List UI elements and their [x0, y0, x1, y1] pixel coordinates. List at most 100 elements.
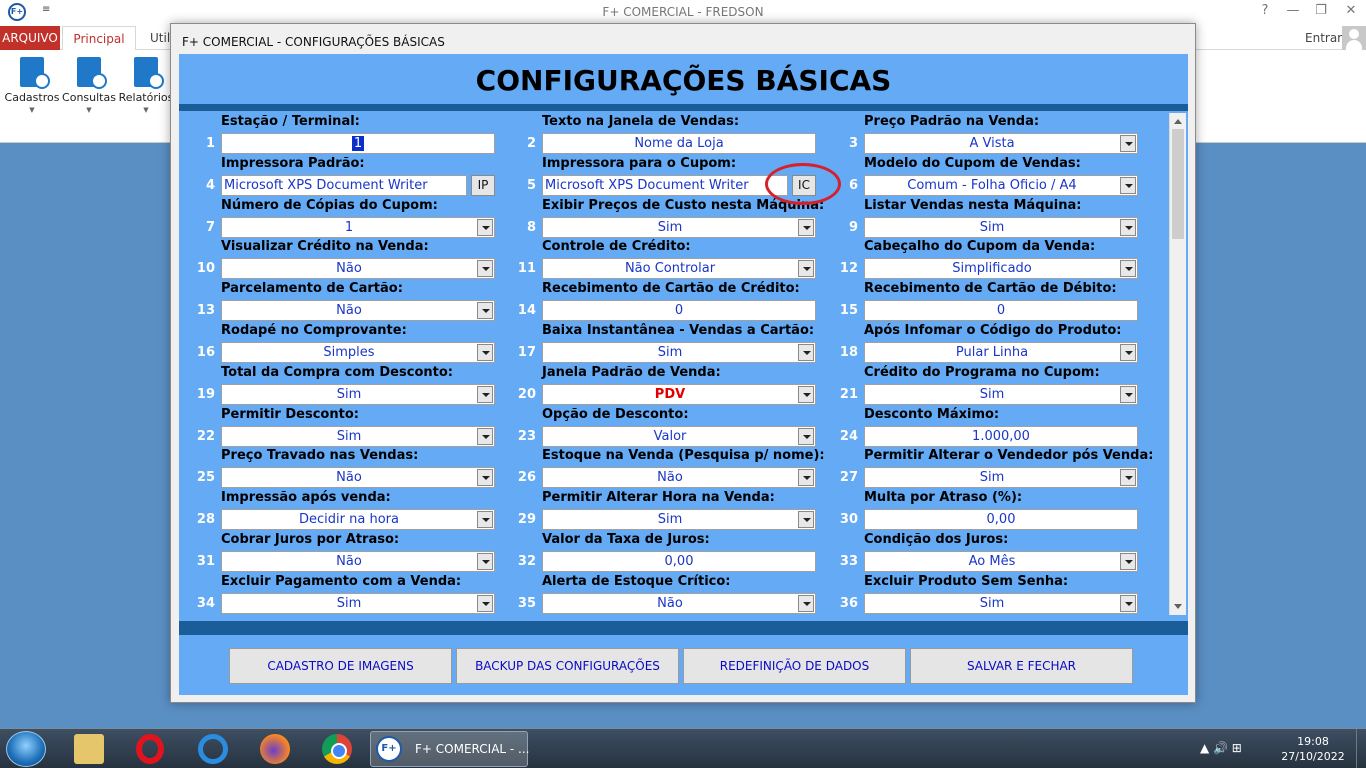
- cadastro-imagens-button[interactable]: CADASTRO DE IMAGENS: [229, 648, 452, 684]
- estacao-terminal-input[interactable]: 1: [221, 133, 495, 154]
- dropdown-arrow-icon[interactable]: [477, 511, 493, 528]
- show-desktop-button[interactable]: [1356, 729, 1366, 768]
- scroll-down-icon[interactable]: [1174, 604, 1182, 609]
- dropdown-arrow-icon[interactable]: [477, 344, 493, 361]
- ip-printer-button[interactable]: IP: [471, 175, 495, 196]
- file-explorer-icon[interactable]: [74, 734, 104, 764]
- condicao-juros-select[interactable]: Ao Mês: [864, 551, 1138, 572]
- alerta-estoque-critico-select[interactable]: Não: [542, 593, 816, 614]
- estoque-na-venda-select[interactable]: Não: [542, 467, 816, 488]
- redefinicao-dados-button[interactable]: REDEFINIÇÃO DE DADOS: [683, 648, 906, 684]
- listar-vendas-select[interactable]: Sim: [864, 217, 1138, 238]
- dropdown-arrow-icon[interactable]: [1120, 260, 1136, 277]
- dropdown-arrow-icon[interactable]: [798, 344, 814, 361]
- cabecalho-cupom-select[interactable]: Simplificado: [864, 258, 1138, 279]
- scroll-up-icon[interactable]: [1174, 119, 1182, 124]
- modelo-cupom-vendas-select[interactable]: Comum - Folha Oficio / A4: [864, 175, 1138, 196]
- credito-programa-cupom-select[interactable]: Sim: [864, 384, 1138, 405]
- chrome-icon[interactable]: [322, 734, 352, 764]
- permitir-alterar-vendedor-select[interactable]: Sim: [864, 467, 1138, 488]
- backup-configuracoes-button[interactable]: BACKUP DAS CONFIGURAÇÕES: [456, 648, 679, 684]
- impressora-cupom-input[interactable]: Microsoft XPS Document Writer: [542, 175, 788, 196]
- preco-padrao-venda-select[interactable]: A Vista: [864, 133, 1138, 154]
- visualizar-credito-select[interactable]: Não: [221, 258, 495, 279]
- dropdown-arrow-icon[interactable]: [1120, 219, 1136, 236]
- field-permitir-desconto: Permitir Desconto: 22 Sim: [179, 404, 495, 447]
- multa-atraso-input[interactable]: 0,00: [864, 509, 1138, 530]
- impressora-padrao-input[interactable]: Microsoft XPS Document Writer: [221, 175, 467, 196]
- texto-janela-vendas-input[interactable]: Nome da Loja: [542, 133, 816, 154]
- dropdown-arrow-icon[interactable]: [798, 386, 814, 403]
- dropdown-arrow-icon[interactable]: [798, 595, 814, 612]
- controle-credito-select[interactable]: Não Controlar: [542, 258, 816, 279]
- form-scrollbar[interactable]: [1169, 113, 1186, 615]
- tab-util[interactable]: Util: [150, 26, 170, 50]
- start-button-icon[interactable]: [6, 731, 46, 767]
- recebimento-cartao-credito-input[interactable]: 0: [542, 300, 816, 321]
- tab-arquivo[interactable]: ARQUIVO: [0, 26, 60, 50]
- consultas-button[interactable]: Consultas ▼: [61, 54, 117, 114]
- total-compra-desconto-select[interactable]: Sim: [221, 384, 495, 405]
- rodape-comprovante-select[interactable]: Simples: [221, 342, 495, 363]
- scroll-thumb[interactable]: [1172, 129, 1184, 239]
- cobrar-juros-select[interactable]: Não: [221, 551, 495, 572]
- user-avatar-icon[interactable]: [1342, 26, 1366, 50]
- minimize-button[interactable]: —: [1280, 3, 1306, 18]
- field-label: Impressão após venda:: [221, 490, 391, 505]
- dropdown-arrow-icon[interactable]: [1120, 595, 1136, 612]
- dropdown-arrow-icon[interactable]: [1120, 344, 1136, 361]
- dropdown-arrow-icon[interactable]: [477, 302, 493, 319]
- preco-travado-select[interactable]: Não: [221, 467, 495, 488]
- field-number: 26: [517, 470, 536, 485]
- dropdown-arrow-icon[interactable]: [1120, 177, 1136, 194]
- help-button[interactable]: ?: [1252, 3, 1278, 18]
- relatorios-button[interactable]: Relatórios ▼: [118, 54, 174, 114]
- dropdown-arrow-icon[interactable]: [798, 260, 814, 277]
- taskbar-app-button[interactable]: F+ F+ COMERCIAL - ...: [370, 731, 530, 767]
- internet-explorer-icon[interactable]: [198, 734, 228, 764]
- dropdown-arrow-icon[interactable]: [477, 386, 493, 403]
- desconto-maximo-input[interactable]: 1.000,00: [864, 426, 1138, 447]
- close-button[interactable]: ✕: [1338, 3, 1364, 18]
- dropdown-arrow-icon[interactable]: [477, 469, 493, 486]
- dropdown-arrow-icon[interactable]: [1120, 135, 1136, 152]
- excluir-pagamento-select[interactable]: Sim: [221, 593, 495, 614]
- impressao-apos-venda-select[interactable]: Decidir na hora: [221, 509, 495, 530]
- baixa-instantanea-select[interactable]: Sim: [542, 342, 816, 363]
- cadastros-button[interactable]: Cadastros ▼: [4, 54, 60, 114]
- permitir-desconto-select[interactable]: Sim: [221, 426, 495, 447]
- sign-in-link[interactable]: Entrar: [1305, 26, 1342, 50]
- tab-principal[interactable]: Principal: [62, 26, 136, 51]
- dropdown-arrow-icon[interactable]: [798, 469, 814, 486]
- restore-button[interactable]: ❐: [1308, 3, 1334, 18]
- janela-padrao-venda-select[interactable]: PDV: [542, 384, 816, 405]
- recebimento-cartao-debito-input[interactable]: 0: [864, 300, 1138, 321]
- dropdown-arrow-icon[interactable]: [798, 511, 814, 528]
- parcelamento-cartao-select[interactable]: Não: [221, 300, 495, 321]
- dropdown-arrow-icon[interactable]: [477, 428, 493, 445]
- firefox-icon[interactable]: [260, 734, 290, 764]
- field-value: Simplificado: [952, 261, 1032, 276]
- field-texto-janela-vendas: Texto na Janela de Vendas: 2 Nome da Loja: [500, 111, 816, 154]
- opera-browser-icon[interactable]: [136, 734, 164, 764]
- field-value: 1.000,00: [972, 429, 1030, 444]
- dropdown-arrow-icon[interactable]: [477, 553, 493, 570]
- dropdown-arrow-icon[interactable]: [477, 595, 493, 612]
- dropdown-arrow-icon[interactable]: [1120, 553, 1136, 570]
- apos-informar-codigo-select[interactable]: Pular Linha: [864, 342, 1138, 363]
- dropdown-arrow-icon[interactable]: [477, 260, 493, 277]
- excluir-produto-sem-senha-select[interactable]: Sim: [864, 593, 1138, 614]
- dropdown-arrow-icon[interactable]: [477, 219, 493, 236]
- salvar-fechar-button[interactable]: SALVAR E FECHAR: [910, 648, 1133, 684]
- permitir-alterar-hora-select[interactable]: Sim: [542, 509, 816, 530]
- opcao-desconto-select[interactable]: Valor: [542, 426, 816, 447]
- dropdown-arrow-icon[interactable]: [798, 428, 814, 445]
- system-tray-icons[interactable]: ▲ 🔊 ⊞: [1200, 741, 1242, 755]
- numero-copias-cupom-select[interactable]: 1: [221, 217, 495, 238]
- dropdown-arrow-icon[interactable]: [798, 219, 814, 236]
- system-clock[interactable]: 19:08 27/10/2022: [1280, 734, 1346, 764]
- dropdown-arrow-icon[interactable]: [1120, 386, 1136, 403]
- valor-taxa-juros-input[interactable]: 0,00: [542, 551, 816, 572]
- dropdown-arrow-icon[interactable]: [1120, 469, 1136, 486]
- exibir-precos-custo-select[interactable]: Sim: [542, 217, 816, 238]
